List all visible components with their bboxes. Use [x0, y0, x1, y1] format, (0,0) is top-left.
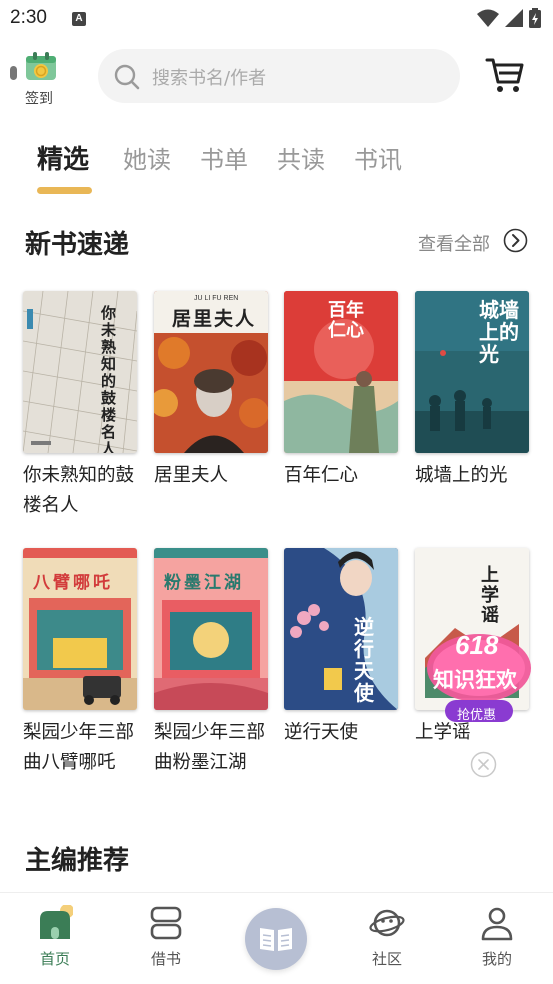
nav-community[interactable]: 社区: [347, 893, 427, 984]
book-title: 百年仁心: [284, 465, 359, 486]
borrow-icon: [150, 906, 182, 940]
cover-title: 逆行天使: [354, 615, 374, 705]
book-title: 逆行天使: [284, 722, 359, 743]
promo-title: 知识狂欢: [433, 668, 517, 692]
status-bar: 2:30 A: [0, 0, 553, 38]
book-title: 城墙上的光: [415, 465, 508, 486]
tab-indicator: [37, 187, 92, 194]
profile-icon: [481, 907, 513, 941]
tab-booklists[interactable]: 书单: [200, 140, 248, 175]
section-title-editor-picks: 主编推荐: [25, 846, 130, 876]
book-card[interactable]: 八臂哪吒 梨园少年三部曲八臂哪吒: [23, 548, 139, 778]
promo-618: 618: [455, 630, 499, 660]
book-cover: JU LI FU REN 居里夫人: [154, 291, 268, 453]
nav-home[interactable]: 首页: [15, 893, 95, 984]
tab-featured[interactable]: 精选: [37, 139, 89, 176]
view-all-link[interactable]: 查看全部: [418, 230, 490, 256]
search-input[interactable]: 搜索书名/作者: [98, 49, 460, 103]
status-icons: [477, 8, 541, 28]
tab-co-reading[interactable]: 共读: [277, 140, 325, 175]
tab-she-reads[interactable]: 她读: [123, 140, 171, 175]
nav-profile[interactable]: 我的: [457, 893, 537, 984]
battery-icon: [529, 8, 541, 28]
cover-title: 你未熟知的鼓楼名人: [101, 304, 117, 454]
book-cover: 粉墨江湖: [154, 548, 268, 710]
tab-book-news[interactable]: 书讯: [354, 140, 402, 175]
status-time: 2:30: [10, 7, 47, 28]
cover-title: 粉墨江湖: [164, 573, 244, 593]
book-title: 梨园少年三部曲八臂哪吒: [23, 722, 135, 773]
nav-home-label: 首页: [39, 950, 70, 968]
cart-icon[interactable]: [485, 56, 525, 94]
book-cover: 百年仁心: [284, 291, 398, 453]
book-card[interactable]: 城墙上的光 城墙上的光: [415, 291, 531, 491]
cover-title: 八臂哪吒: [33, 573, 113, 593]
wifi-icon: [477, 9, 499, 27]
search-icon: [114, 64, 140, 90]
home-icon: [40, 905, 73, 939]
promo-button: 抢优惠: [457, 708, 497, 723]
book-cover: 城墙上的光: [415, 291, 529, 453]
calendar-coin-icon: [26, 52, 56, 80]
chevron-right-icon[interactable]: [503, 228, 528, 253]
book-title: 你未熟知的鼓楼名人: [23, 465, 135, 516]
promo-badge[interactable]: 618 知识狂欢 抢优惠: [425, 628, 533, 728]
book-card[interactable]: 你未熟知的鼓楼名人 你未熟知的鼓楼名人: [23, 291, 139, 521]
community-icon: [369, 909, 405, 937]
signin-button[interactable]: 签到: [10, 50, 70, 108]
book-card[interactable]: JU LI FU REN 居里夫人 居里夫人: [154, 291, 270, 491]
nav-borrow[interactable]: 借书: [126, 893, 206, 984]
side-handle: [10, 66, 17, 80]
signin-label: 签到: [25, 91, 53, 107]
book-title: 居里夫人: [154, 465, 229, 486]
cover-title: 百年仁心: [328, 300, 364, 341]
book-cover: 你未熟知的鼓楼名人: [23, 291, 137, 453]
book-card[interactable]: 粉墨江湖 梨园少年三部曲粉墨江湖: [154, 548, 270, 778]
nav-community-label: 社区: [371, 950, 402, 968]
book-card[interactable]: 逆行天使 逆行天使: [284, 548, 400, 748]
search-placeholder: 搜索书名/作者: [152, 68, 267, 89]
close-icon[interactable]: [470, 751, 497, 778]
book-card[interactable]: 百年仁心 百年仁心: [284, 291, 400, 491]
book-title: 梨园少年三部曲粉墨江湖: [154, 722, 266, 773]
book-cover: 八臂哪吒: [23, 548, 137, 710]
book-open-icon: [260, 928, 292, 951]
book-cover: 逆行天使: [284, 548, 398, 710]
cover-pinyin: JU LI FU REN: [194, 295, 239, 302]
cover-title: 上学谣: [481, 565, 499, 626]
signal-icon: [505, 9, 523, 27]
center-read-button[interactable]: [245, 908, 307, 970]
notification-icon: A: [72, 12, 86, 26]
cover-title: 城墙上的光: [479, 298, 519, 366]
nav-borrow-label: 借书: [150, 950, 181, 968]
section-title-new-books: 新书速递: [25, 230, 130, 260]
cover-title: 居里夫人: [172, 308, 257, 330]
nav-profile-label: 我的: [481, 950, 512, 968]
